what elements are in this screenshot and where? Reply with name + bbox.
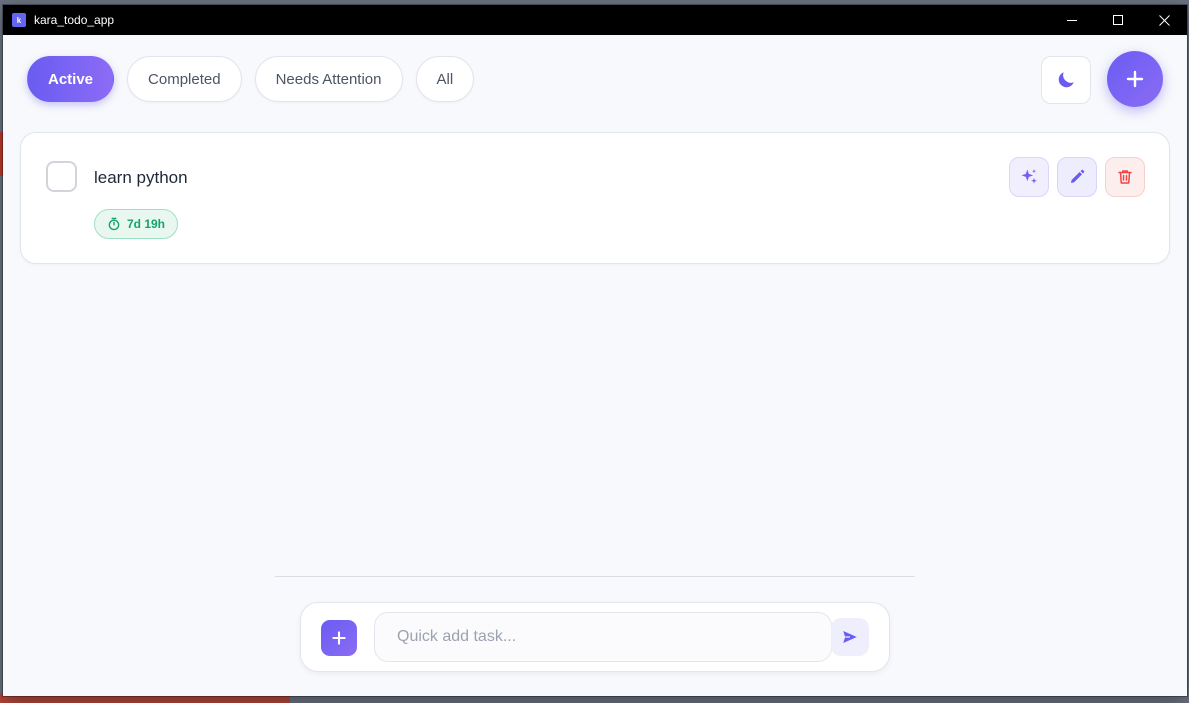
quick-add-input[interactable] — [374, 612, 832, 662]
plus-icon — [1126, 70, 1144, 88]
moon-icon — [1058, 72, 1074, 88]
filter-tab-needs-attention[interactable]: Needs Attention — [254, 56, 403, 102]
filter-tab-active[interactable]: Active — [27, 56, 115, 102]
filter-tab-completed[interactable]: Completed — [127, 56, 242, 102]
theme-toggle-button[interactable] — [1041, 56, 1091, 104]
time-remaining-text: 7d 19h — [127, 217, 166, 231]
plus-icon — [332, 631, 346, 645]
maximize-button[interactable] — [1095, 5, 1141, 35]
filter-tabs: Active Completed Needs Attention All — [27, 56, 475, 102]
app-logo-letter: k — [16, 15, 22, 25]
add-task-button[interactable] — [1107, 51, 1163, 107]
window-controls — [1049, 5, 1187, 35]
close-icon — [1158, 14, 1170, 26]
title-bar[interactable]: k kara_todo_app — [3, 5, 1187, 35]
pencil-icon — [1071, 169, 1085, 183]
quick-add-send-button[interactable] — [831, 618, 869, 656]
minimize-icon — [1066, 19, 1077, 21]
quick-add-plus-button[interactable] — [321, 620, 357, 656]
send-icon — [843, 631, 857, 643]
task-title: learn python — [94, 168, 188, 187]
trash-icon — [1118, 170, 1132, 184]
task-actions — [1009, 157, 1145, 197]
window-title: kara_todo_app — [34, 13, 115, 27]
maximize-icon — [1112, 14, 1123, 25]
app-logo-icon: k — [12, 13, 26, 27]
time-remaining-badge: 7d 19h — [94, 209, 179, 239]
app-window: k kara_todo_app Active Completed Needs A… — [3, 5, 1187, 696]
quick-add-bar — [300, 602, 890, 672]
edit-task-button[interactable] — [1057, 157, 1097, 197]
close-button[interactable] — [1141, 5, 1187, 35]
task-card[interactable]: learn python 7d 19h — [20, 132, 1170, 264]
sparkle-icon — [1021, 169, 1037, 184]
ai-assist-button[interactable] — [1009, 157, 1049, 197]
delete-task-button[interactable] — [1105, 157, 1145, 197]
minimize-button[interactable] — [1049, 5, 1095, 35]
filter-tab-all[interactable]: All — [415, 56, 475, 102]
divider — [275, 576, 915, 577]
timer-icon — [108, 217, 120, 231]
task-checkbox[interactable] — [46, 161, 77, 192]
